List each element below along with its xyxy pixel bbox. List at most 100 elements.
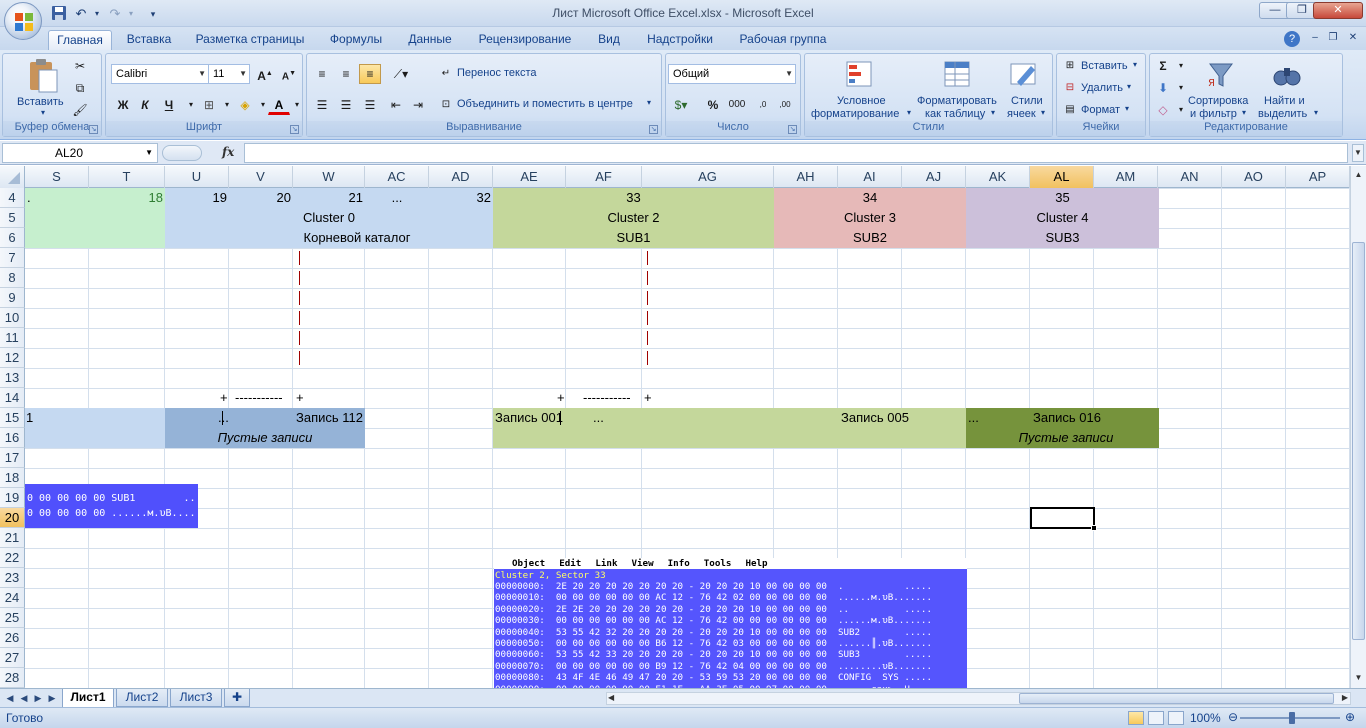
column-header[interactable]: AP [1286,166,1350,188]
cell-u4[interactable]: 19 [165,188,227,208]
active-cell-al20[interactable] [1030,507,1097,531]
row-header[interactable]: 14 [0,388,25,408]
conditional-formatting-label-1[interactable]: Условное [837,95,886,107]
cell-styles-label-2[interactable]: ячеек [1007,108,1036,120]
chevron-down-icon[interactable]: ▾ [1314,108,1318,117]
chevron-down-icon[interactable]: ▾ [1127,82,1131,91]
delete-cells-button[interactable]: Удалить [1081,82,1123,94]
cell-styles-icon[interactable] [1009,60,1039,90]
cell-empty-records-2[interactable]: Пустые записи [966,428,1166,448]
cell-ac4[interactable]: ... [365,188,429,208]
first-sheet-icon[interactable]: ◀ [4,691,16,705]
select-all-button[interactable] [0,166,25,188]
font-size-combo[interactable]: 11 ▼ [208,64,250,84]
decrease-indent-icon[interactable]: ⇤ [385,95,407,115]
align-middle-icon[interactable]: ≡ [335,64,357,84]
close-button[interactable]: ✕ [1313,2,1363,19]
row-header[interactable]: 24 [0,588,25,608]
chevron-down-icon[interactable]: ▾ [1133,60,1137,69]
clipboard-launcher-icon[interactable]: ↘ [89,125,98,134]
scroll-left-icon[interactable]: ◀ [608,693,614,702]
insert-function-button[interactable]: fx [222,145,234,159]
tab-formulas[interactable]: Формулы [322,30,390,50]
column-header[interactable]: T [89,166,165,188]
tab-insert[interactable]: Вставка [118,30,180,50]
chevron-down-icon[interactable]: ▾ [1041,108,1045,117]
wrap-text-button[interactable]: Перенос текста [457,67,537,79]
zoom-out-icon[interactable]: ⊖ [1228,710,1238,724]
zoom-slider-knob[interactable] [1289,712,1295,724]
cell-s15[interactable]: 1 [26,408,33,428]
insert-cells-button[interactable]: Вставить [1081,60,1128,72]
find-select-label-2[interactable]: выделить [1258,108,1307,120]
cell-s4[interactable]: . [27,188,31,208]
scroll-right-icon[interactable]: ▶ [1342,693,1348,702]
cell-cluster0[interactable]: Cluster 0 [165,208,493,228]
column-header[interactable]: AD [429,166,493,188]
increase-decimal-icon[interactable]: ,0 [752,95,774,115]
find-select-label-1[interactable]: Найти и [1264,95,1305,107]
cell-plus-1[interactable]: + [220,388,228,408]
row-header[interactable]: 17 [0,448,25,468]
tab-addins[interactable]: Надстройки [640,30,720,50]
merge-dropdown-icon[interactable]: ▾ [647,98,651,107]
normal-view-icon[interactable] [1128,711,1144,725]
cell-record-016[interactable]: Запись 016 [1033,408,1101,428]
row-header[interactable]: 6 [0,228,25,248]
tab-review[interactable]: Рецензирование [470,30,580,50]
cell-sub2[interactable]: SUB2 [774,228,966,248]
insert-cells-icon[interactable]: ⊞ [1059,56,1081,76]
tab-workgroup[interactable]: Рабочая группа [730,30,836,50]
prev-sheet-icon[interactable]: ◀ [18,691,30,705]
ribbon-close-icon[interactable]: ✕ [1344,29,1362,47]
cell-styles-label-1[interactable]: Стили [1011,95,1043,107]
format-as-table-icon[interactable] [943,60,973,90]
column-header[interactable]: U [165,166,229,188]
cell-plus-3[interactable]: + [557,388,565,408]
wrap-text-icon[interactable]: ↵ [435,64,457,84]
cell-ad4[interactable]: 32 [429,188,491,208]
sort-filter-icon[interactable]: Я [1206,60,1236,90]
align-bottom-icon[interactable]: ≡ [359,64,381,84]
sort-filter-label-1[interactable]: Сортировка [1188,95,1248,107]
column-header[interactable]: V [229,166,293,188]
row-header[interactable]: 10 [0,308,25,328]
row-header[interactable]: 19 [0,488,25,508]
font-name-combo[interactable]: Calibri ▼ [111,64,209,84]
tab-home[interactable]: Главная [48,30,112,50]
underline-button[interactable]: Ч [158,95,180,115]
number-launcher-icon[interactable]: ↘ [788,125,797,134]
horizontal-scrollbar[interactable]: ◀ ▶ [606,692,1351,705]
paste-icon[interactable] [27,58,59,94]
expand-formula-icon[interactable]: ▼ [1352,144,1364,162]
alignment-launcher-icon[interactable]: ↘ [649,125,658,134]
chevron-down-icon[interactable]: ▾ [991,108,995,117]
column-header[interactable]: AC [365,166,429,188]
shrink-font-icon[interactable]: A▼ [278,64,300,84]
cell-ai4[interactable]: 34 [774,188,966,208]
column-header[interactable]: AM [1094,166,1158,188]
currency-icon[interactable]: $▾ [668,95,694,115]
ribbon-restore-icon[interactable]: ❐ [1324,29,1342,47]
format-as-table-label-2[interactable]: как таблицу [925,108,985,120]
conditional-formatting-label-2[interactable]: форматирование [811,108,899,120]
orientation-icon[interactable]: ⟋▾ [387,64,415,84]
row-header[interactable]: 16 [0,428,25,448]
cell-record-005[interactable]: Запись 005 [841,408,909,428]
cell-dots-3[interactable]: ... [968,408,979,428]
tab-view[interactable]: Вид [590,30,628,50]
cell-sub1[interactable]: SUB1 [493,228,774,248]
cell-w4[interactable]: 21 [293,188,363,208]
paste-dropdown-icon[interactable]: ▾ [41,108,45,117]
merge-center-button[interactable]: Объединить и поместить в центре [457,98,633,110]
insert-sheet-icon[interactable]: ✚ [224,689,250,707]
next-sheet-icon[interactable]: ▶ [32,691,44,705]
align-center-icon[interactable]: ☰ [335,95,357,115]
number-format-combo[interactable]: Общий ▼ [668,64,796,84]
ribbon-minimize-icon[interactable]: – [1306,29,1324,47]
column-header[interactable]: AL [1030,166,1094,188]
find-select-icon[interactable] [1272,60,1302,90]
formula-input[interactable] [244,143,1348,163]
cell-record-001[interactable]: Запись 001 [495,408,563,428]
row-header[interactable]: 7 [0,248,25,268]
